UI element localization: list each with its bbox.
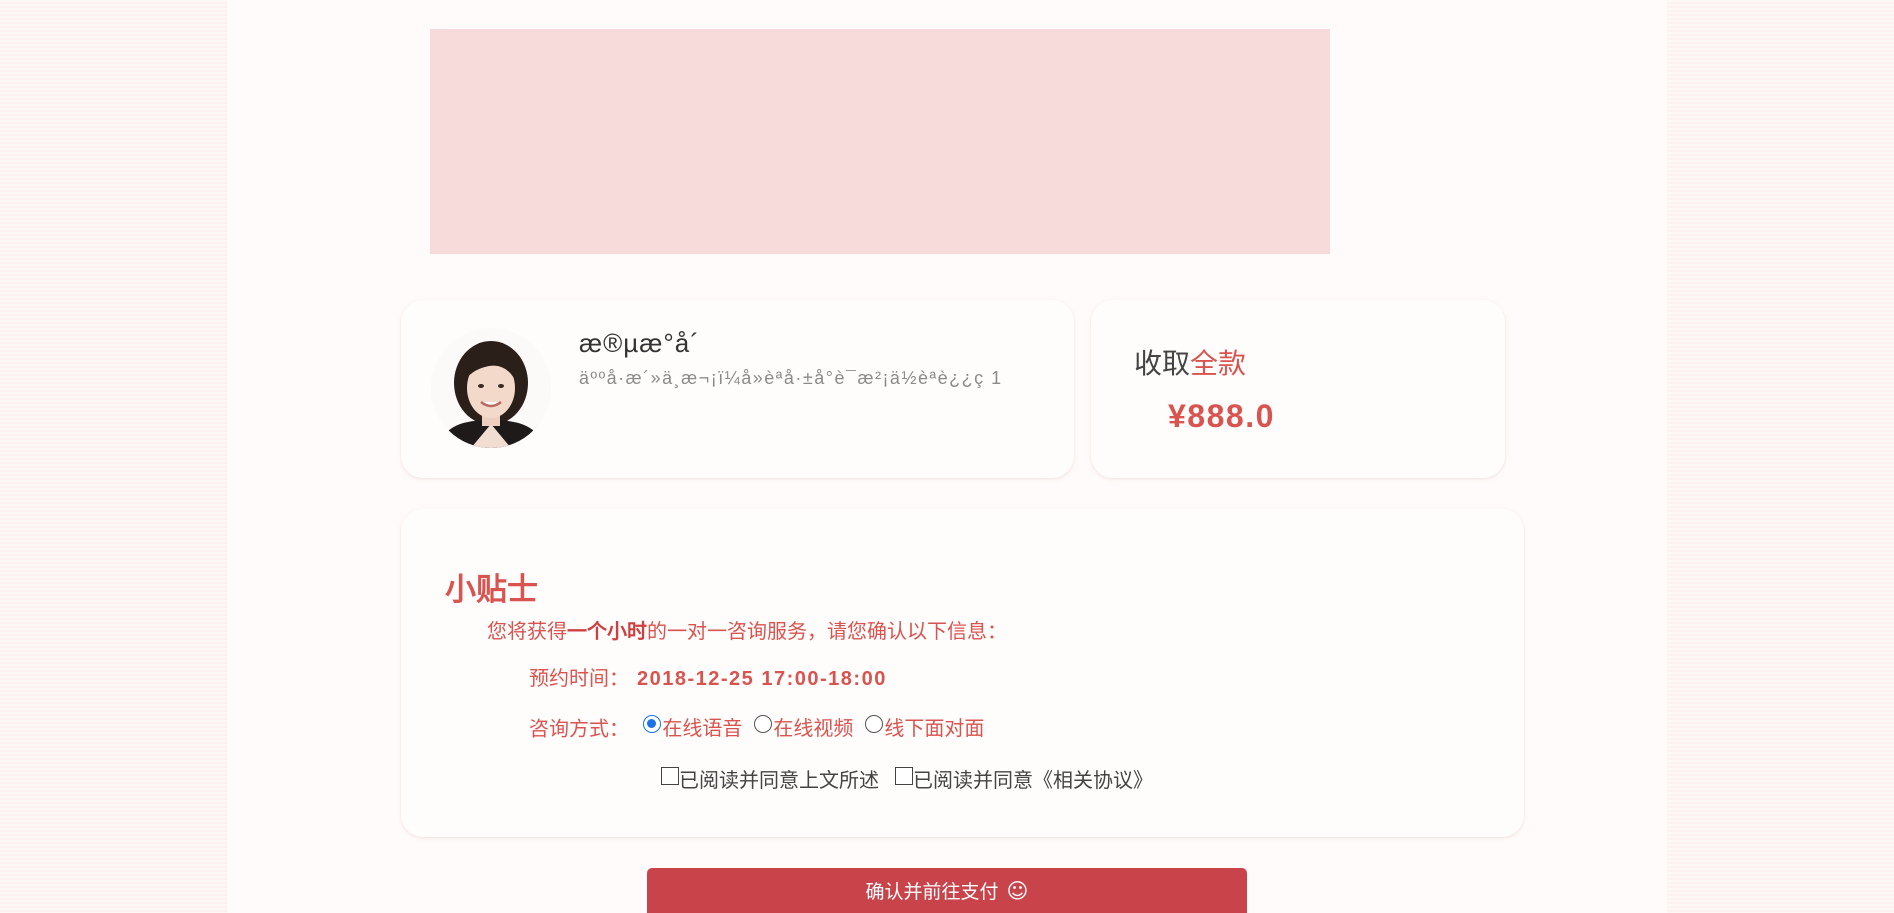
radio-offline[interactable] (865, 714, 884, 733)
mode-label: 咨询方式： (529, 716, 629, 741)
banner-image (430, 29, 1330, 254)
smile-icon: ☺ (1006, 878, 1029, 903)
fee-label-accent: 全款 (1190, 347, 1247, 380)
intro-bold: 一个小时 (567, 619, 647, 643)
tips-intro: 您将获得一个小时的一对一咨询服务，请您确认以下信息： (487, 615, 1007, 644)
agree-protocol-checkbox[interactable] (895, 766, 913, 785)
price-card: 收取全款 ¥888.0 (1091, 300, 1505, 478)
radio-voice[interactable] (643, 714, 662, 733)
doctor-card: æ®µæ°å´ äººå·æ´»ä¸æ¬¡ï¼å»èªå·±å°è¯æ²¡ä½è… (401, 300, 1074, 478)
mode-voice-label: 在线语音 (662, 716, 743, 740)
mode-option-video[interactable]: 在线视频 (754, 712, 853, 741)
confirm-label: 确认并前往支付 (865, 881, 999, 903)
time-value: 2018-12-25 17:00-18:00 (637, 668, 887, 690)
price-value: ¥888.0 (1168, 398, 1275, 434)
doctor-name: æ®µæ°å´ (579, 328, 700, 358)
doctor-portrait-icon (431, 328, 551, 448)
intro-before: 您将获得 (487, 619, 567, 643)
fee-label: 收取全款 (1134, 342, 1246, 382)
tips-title: 小贴士 (445, 572, 538, 608)
appointment-time-row: 预约时间： 2018-12-25 17:00-18:00 (529, 662, 887, 691)
agree-protocol-label: 已阅读并同意《相关协议》 (913, 768, 1153, 792)
mode-video-label: 在线视频 (773, 716, 854, 740)
time-label: 预约时间： (529, 666, 629, 690)
fee-label-prefix: 收取 (1134, 347, 1191, 380)
tips-card: 小贴士 您将获得一个小时的一对一咨询服务，请您确认以下信息： 预约时间： 2018… (401, 509, 1524, 837)
mode-option-offline[interactable]: 线下面对面 (865, 712, 984, 741)
agreement-row: 已阅读并同意上文所述 已阅读并同意《相关协议》 (661, 764, 1169, 793)
doctor-description: äººå·æ´»ä¸æ¬¡ï¼å»èªå·±å°è¯æ²¡ä½èªè¿¿ç 1 (579, 368, 1003, 388)
avatar (431, 328, 551, 448)
agree-above-checkbox[interactable] (661, 766, 679, 785)
intro-after: 的一对一咨询服务，请您确认以下信息： (647, 619, 1007, 643)
confirm-pay-button[interactable]: 确认并前往支付 ☺ (647, 868, 1247, 913)
agree-protocol-option[interactable]: 已阅读并同意《相关协议》 (895, 764, 1153, 793)
agree-above-option[interactable]: 已阅读并同意上文所述 (661, 764, 879, 793)
agree-above-label: 已阅读并同意上文所述 (679, 768, 879, 792)
mode-option-voice[interactable]: 在线语音 (643, 712, 742, 741)
consult-mode-row: 咨询方式： 在线语音 在线视频 线下面对面 (529, 712, 996, 742)
radio-video[interactable] (754, 714, 773, 733)
mode-offline-label: 线下面对面 (884, 716, 985, 740)
